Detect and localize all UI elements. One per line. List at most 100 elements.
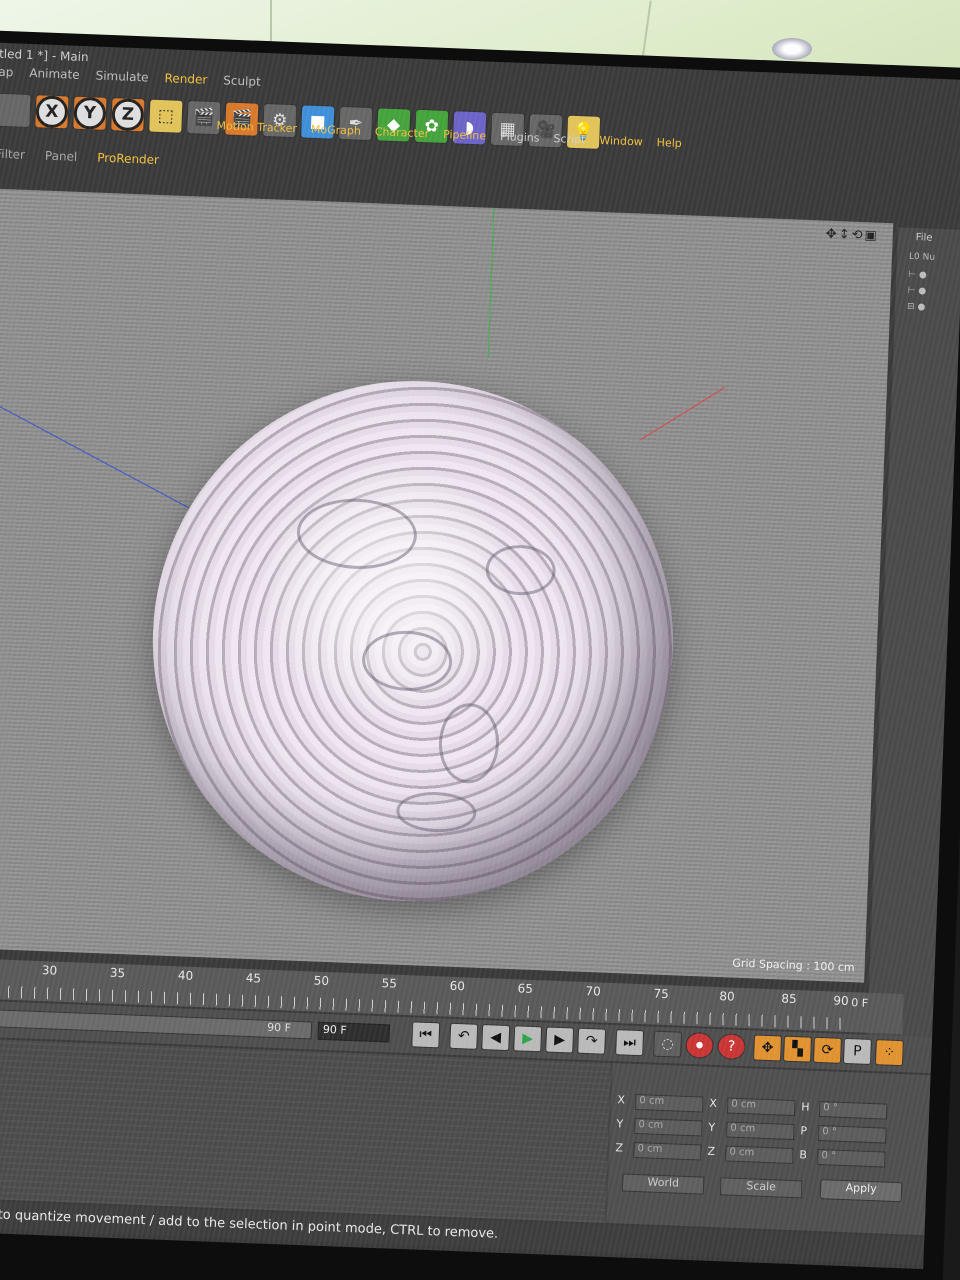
object-tree-root[interactable]: L0 Nu [909,252,949,266]
surface-detail [360,629,454,693]
menu-item-character[interactable]: Character [375,125,430,140]
y-axis-icon: Y [73,96,107,130]
menu-item-mograph[interactable]: MoGraph [311,123,361,138]
menu-item-script[interactable]: Script [553,132,585,146]
menu-item-map[interactable]: ap [0,65,14,86]
coordinate-system-button[interactable]: ⬚ [148,98,184,134]
timeline-tick-label: 40 [177,968,194,983]
previous-frame-button[interactable]: ◀ [481,1024,511,1052]
play-button[interactable]: ▶ [513,1025,543,1053]
rotation-label: H [801,1100,810,1114]
rotation-h-field[interactable]: 0 ° [818,1101,888,1120]
position-y-field[interactable]: 0 cm [634,1117,703,1137]
grid-spacing-label: Grid Spacing : 100 cm [732,956,855,975]
size-label: X [709,1096,718,1111]
y-axis-line [487,207,495,358]
size-label: Z [707,1144,716,1159]
menu-item-window[interactable]: Window [599,134,643,149]
rotation-label: P [800,1124,808,1138]
move-icon: ✥ [761,1039,774,1057]
step-back-icon: ◀ [490,1029,502,1046]
timeline-tick-label: 50 [313,973,330,989]
menu-item-simulate[interactable]: Simulate [95,68,149,90]
viewport-menu: Filter Panel ProRender [0,147,159,167]
lock-axis-y-button[interactable]: Y [72,95,108,131]
object-tree-root-suffix: Nu [922,252,936,263]
material-manager-panel[interactable] [0,1037,611,1223]
timeline-tick-label: 80 [719,989,735,1004]
coordinates-panel: X 0 cm X 0 cm H 0 ° Y 0 cm Y 0 cm P 0 ° … [606,1063,931,1236]
timeline-tick-label: 65 [517,981,534,996]
timeline-tick-label: 30 [41,963,58,978]
ceiling-light [772,38,812,60]
surface-detail [437,702,501,785]
coordinate-mode-dropdown[interactable]: Scale [719,1177,803,1199]
clapper-icon: 🎬 [192,107,215,129]
lock-axis-x-button[interactable]: X [34,94,70,130]
viewport-menu-prorender[interactable]: ProRender [97,151,159,167]
x-axis-line [639,386,726,441]
end-frame-field[interactable]: 90 F [317,1021,391,1043]
size-x-field[interactable]: 0 cm [726,1097,796,1117]
key-point-level-button[interactable]: ⁘ [874,1039,904,1067]
app-window: tled 1 *] - Main ap Animate Simulate Ren… [0,41,960,1270]
position-x-field[interactable]: 0 cm [635,1093,704,1113]
autokeying-button[interactable]: ? [717,1033,747,1061]
key-parameter-button[interactable]: P [842,1037,872,1065]
viewport-menu-filter[interactable]: Filter [0,147,25,162]
menu-item-pipeline[interactable]: Pipeline [443,128,487,143]
position-z-field[interactable]: 0 cm [633,1141,702,1161]
viewport-navigation-icons[interactable]: ✥↕⟲▣ [826,227,880,244]
size-z-field[interactable]: 0 cm [725,1145,794,1165]
position-label: Z [615,1141,624,1155]
record-icon: ⏺ [695,1037,704,1054]
motion-record-button[interactable]: ◌ [653,1030,683,1058]
rotation-label: B [799,1148,808,1162]
position-label: Y [616,1117,624,1131]
window-title: tled 1 *] - Main [0,46,89,65]
lock-axis-z-button[interactable]: Z [110,97,146,133]
object-tree-node[interactable]: ⊟ ● [907,302,947,316]
timeline-tick-label: 55 [381,976,398,991]
timeline-tick-label: 90 [833,993,849,1009]
viewport-menu-panel[interactable]: Panel [45,149,78,164]
timeline-tick-label: 45 [245,970,262,986]
key-scale-button[interactable]: ▚ [782,1035,812,1063]
record-active-objects-button[interactable]: ⏺ [685,1031,715,1059]
timeline-tick-label: 35 [109,965,126,981]
object-manager-file-menu[interactable]: File [916,232,933,244]
key-rotation-button[interactable]: ⟳ [812,1036,842,1064]
object-tree-node[interactable]: ⊢ ● [907,286,947,300]
size-y-field[interactable]: 0 cm [726,1121,795,1141]
previous-keyframe-button[interactable]: ↶ [449,1022,479,1050]
next-frame-button[interactable]: ▶ [545,1026,575,1054]
key-position-button[interactable]: ✥ [753,1034,782,1062]
size-label: Y [708,1120,716,1135]
menu-item-plugins[interactable]: Plugins [500,130,540,145]
object-tree-node[interactable]: ⊢ ● [908,270,948,284]
3d-viewport[interactable]: ✥↕⟲▣ Grid Spacing : 100 cm [0,188,894,983]
apply-button[interactable]: Apply [819,1179,903,1203]
rotation-p-field[interactable]: 0 ° [817,1124,887,1144]
menu-item-help[interactable]: Help [656,136,682,150]
coordinate-space-dropdown[interactable]: World [621,1173,705,1195]
coordinates-row-z: Z 0 cm Z 0 cm B 0 ° [615,1141,886,1168]
surface-detail [395,790,478,834]
menu-item-render[interactable]: Render [164,71,207,93]
next-keyframe-button[interactable]: ↷ [577,1027,607,1055]
toolbar-edge-button[interactable] [0,92,32,129]
displaced-sphere-object[interactable] [143,371,683,911]
rotation-b-field[interactable]: 0 ° [817,1148,886,1168]
go-to-start-button[interactable]: ⏮ [411,1021,441,1049]
menu-item-animate[interactable]: Animate [29,66,80,88]
menu-item-sculpt[interactable]: Sculpt [223,73,261,94]
rotate-icon: ⟳ [821,1042,834,1059]
play-icon: ▶ [521,1030,534,1047]
main-toolbar: X Y Z ⬚ 🎬 🎬 ⚙ ■ ✒ ◆ ✿ ◗ ▦ 🎥 💡 [0,87,602,156]
frame-range-slider[interactable]: 90 F [0,1007,313,1040]
surface-detail [484,543,557,597]
go-to-end-button[interactable]: ⏭ [615,1029,645,1057]
current-frame-label: 0 F [851,996,869,1010]
object-tree-root-label: L0 [908,251,920,263]
next-key-icon: ↷ [585,1033,598,1050]
